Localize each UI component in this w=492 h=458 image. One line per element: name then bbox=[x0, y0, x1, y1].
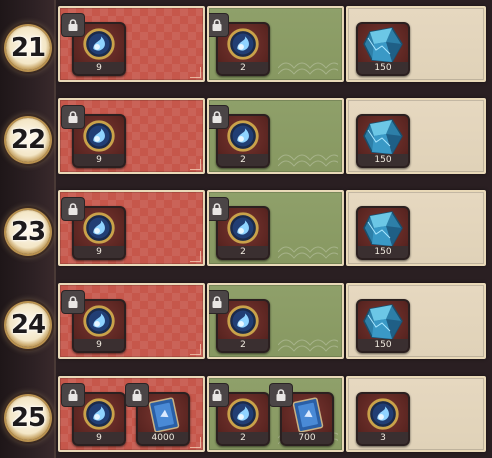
reward-quantity: 150 bbox=[358, 246, 408, 258]
panel-corner-ornament bbox=[190, 344, 201, 355]
reward-quantity: 2 bbox=[218, 432, 268, 444]
free-reward-panel[interactable]: 9 bbox=[58, 283, 205, 359]
lock-icon bbox=[209, 384, 228, 406]
level-badge: 22 bbox=[6, 118, 50, 162]
reward-quantity: 2 bbox=[218, 62, 268, 74]
bonus-reward-panel[interactable]: 150 bbox=[346, 283, 486, 359]
reward-quantity: 3 bbox=[358, 432, 408, 444]
premium-reward-panel[interactable]: 2 bbox=[207, 190, 344, 266]
lock-icon bbox=[209, 14, 228, 36]
bonus-reward-panel[interactable]: 150 bbox=[346, 190, 486, 266]
bonus-reward-panel[interactable]: 150 bbox=[346, 6, 486, 82]
free-reward-panel[interactable]: 9 4000 bbox=[58, 376, 205, 452]
level-badge: 24 bbox=[6, 303, 50, 347]
level-badge: 23 bbox=[6, 210, 50, 254]
reward-row-level-22: 22 9 2 150 bbox=[0, 98, 492, 180]
free-reward-panel[interactable]: 9 bbox=[58, 6, 205, 82]
level-number: 21 bbox=[10, 33, 46, 63]
reward-quantity: 2 bbox=[218, 246, 268, 258]
premium-reward-panel[interactable]: 2 bbox=[207, 98, 344, 174]
lock-icon bbox=[209, 291, 228, 313]
bonus-reward-panel[interactable]: 150 bbox=[346, 98, 486, 174]
reward-slot[interactable]: 150 bbox=[356, 299, 410, 353]
reward-row-level-23: 23 9 2 150 bbox=[0, 190, 492, 272]
lock-icon bbox=[62, 198, 84, 220]
lock-icon bbox=[270, 384, 292, 406]
reward-quantity: 9 bbox=[74, 62, 124, 74]
reward-slot[interactable]: 150 bbox=[356, 114, 410, 168]
reward-row-level-24: 24 9 2 150 bbox=[0, 283, 492, 365]
reward-quantity: 150 bbox=[358, 154, 408, 166]
reward-quantity: 9 bbox=[74, 246, 124, 258]
premium-reward-panel[interactable]: 2 700 bbox=[207, 376, 344, 452]
reward-quantity: 2 bbox=[218, 339, 268, 351]
free-reward-panel[interactable]: 9 bbox=[58, 190, 205, 266]
lock-icon bbox=[126, 384, 148, 406]
lock-icon bbox=[62, 291, 84, 313]
panel-corner-ornament bbox=[190, 437, 201, 448]
reward-quantity: 4000 bbox=[138, 432, 188, 444]
reward-quantity: 150 bbox=[358, 339, 408, 351]
level-number: 22 bbox=[10, 125, 46, 155]
panel-corner-ornament bbox=[190, 159, 201, 170]
lock-icon bbox=[62, 384, 84, 406]
lock-icon bbox=[62, 14, 84, 36]
level-number: 23 bbox=[10, 217, 46, 247]
panel-corner-ornament bbox=[190, 67, 201, 78]
lock-icon bbox=[209, 106, 228, 128]
bonus-reward-panel[interactable]: 3 bbox=[346, 376, 486, 452]
reward-quantity: 2 bbox=[218, 154, 268, 166]
reward-row-level-21: 21 9 2 150 bbox=[0, 6, 492, 88]
reward-quantity: 9 bbox=[74, 339, 124, 351]
reward-quantity: 150 bbox=[358, 62, 408, 74]
level-number: 24 bbox=[10, 310, 46, 340]
lock-icon bbox=[62, 106, 84, 128]
reward-slot[interactable]: 150 bbox=[356, 22, 410, 76]
reward-quantity: 9 bbox=[74, 432, 124, 444]
premium-reward-panel[interactable]: 2 bbox=[207, 283, 344, 359]
level-badge: 25 bbox=[6, 396, 50, 440]
level-number: 25 bbox=[10, 403, 46, 433]
panel-corner-ornament bbox=[190, 251, 201, 262]
reward-slot[interactable]: 3 bbox=[356, 392, 410, 446]
reward-quantity: 700 bbox=[282, 432, 332, 444]
level-badge: 21 bbox=[6, 26, 50, 70]
reward-row-level-25: 25 9 4000 2 700 3 bbox=[0, 376, 492, 458]
reward-slot[interactable]: 150 bbox=[356, 206, 410, 260]
lock-icon bbox=[209, 198, 228, 220]
premium-reward-panel[interactable]: 2 bbox=[207, 6, 344, 82]
reward-quantity: 9 bbox=[74, 154, 124, 166]
free-reward-panel[interactable]: 9 bbox=[58, 98, 205, 174]
